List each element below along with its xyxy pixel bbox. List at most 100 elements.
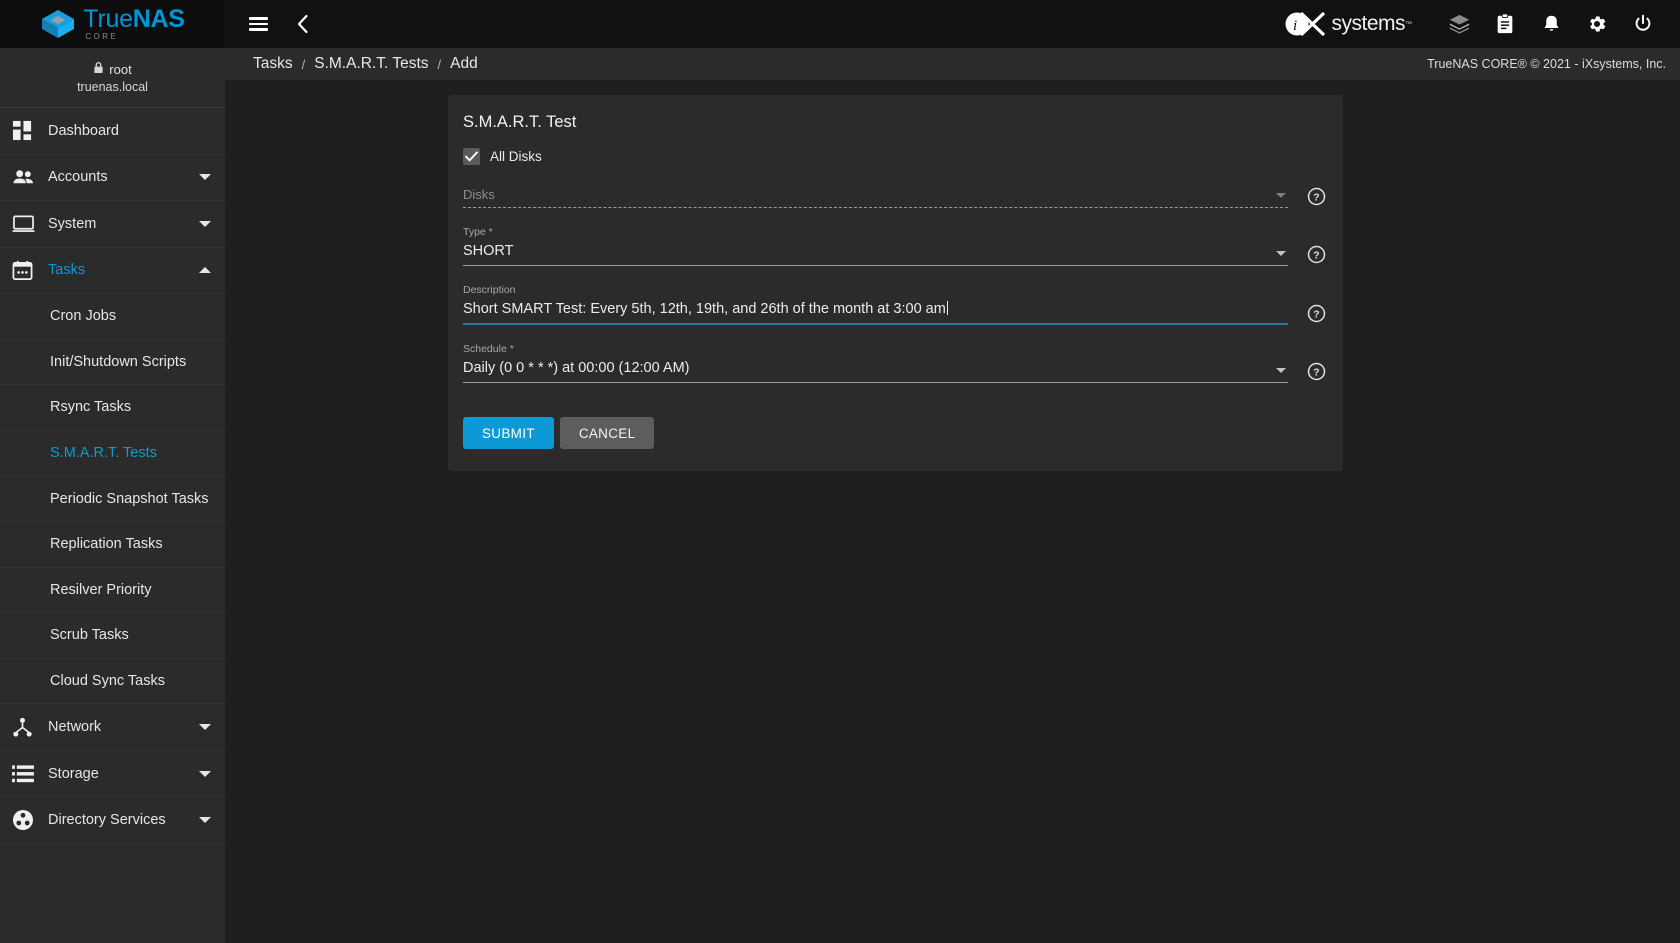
storage-list-icon (12, 762, 48, 786)
sidebar-item-accounts[interactable]: Accounts (0, 155, 225, 201)
accounts-people-icon (12, 165, 48, 189)
sidebar-item-system[interactable]: System (0, 201, 225, 248)
all-disks-checkbox[interactable] (463, 148, 480, 165)
svg-text:?: ? (1313, 310, 1319, 321)
sidebar-item-init-shutdown-scripts[interactable]: Init/Shutdown Scripts (0, 340, 225, 386)
settings-gear-icon[interactable] (1574, 2, 1620, 46)
chevron-down-icon[interactable] (199, 770, 211, 777)
type-underline (463, 265, 1288, 266)
disks-underline (463, 207, 1288, 208)
breadcrumb-item-add[interactable]: Add (450, 55, 478, 73)
alerts-bell-icon[interactable] (1528, 2, 1574, 46)
top-bar: TrueNAS CORE i systems ™ (0, 0, 1680, 48)
breadcrumb-item-tasks[interactable]: Tasks (253, 55, 293, 73)
breadcrumb: Tasks / S.M.A.R.T. Tests / Add (253, 55, 478, 73)
chevron-left-icon[interactable] (287, 9, 317, 39)
chevron-down-icon[interactable] (1276, 193, 1286, 198)
sidebar-item-resilver-priority[interactable]: Resilver Priority (0, 568, 225, 614)
sidebar-item-cloud-sync-tasks[interactable]: Cloud Sync Tasks (0, 659, 225, 705)
sidebar-item-network[interactable]: Network (0, 704, 225, 751)
svg-text:?: ? (1313, 368, 1319, 379)
help-circle-icon[interactable]: ? (1307, 245, 1326, 264)
sidebar-item-storage[interactable]: Storage (0, 751, 225, 798)
sidebar-hostname: truenas.local (77, 80, 148, 94)
all-disks-label: All Disks (490, 149, 542, 164)
help-circle-icon[interactable]: ? (1307, 304, 1326, 323)
sidebar-item-dashboard[interactable]: Dashboard (0, 108, 225, 155)
description-field[interactable]: Description Short SMART Test: Every 5th,… (463, 284, 1328, 325)
sidebar-item-label: Dashboard (48, 122, 119, 139)
schedule-value[interactable]: Daily (0 0 * * *) at 00:00 (12:00 AM) (463, 360, 1288, 382)
chevron-down-icon[interactable] (199, 817, 211, 824)
disks-field[interactable]: Disks ? (463, 187, 1328, 208)
sidebar-subitem-label: Cron Jobs (50, 308, 117, 325)
sidebar-item-scrub-tasks[interactable]: Scrub Tasks (0, 613, 225, 659)
chevron-down-icon[interactable] (1276, 251, 1286, 256)
submit-button[interactable]: SUBMIT (463, 417, 554, 449)
sidebar-subitem-label: Replication Tasks (50, 536, 163, 553)
type-value[interactable]: SHORT (463, 243, 1288, 265)
copyright-text: TrueNAS CORE® © 2021 - iXsystems, Inc. (1427, 57, 1666, 71)
sidebar-item-label: Network (48, 719, 102, 736)
schedule-field[interactable]: Schedule * Daily (0 0 * * *) at 00:00 (1… (463, 343, 1328, 383)
smart-test-form-card: S.M.A.R.T. Test All Disks Disks ? Type * (448, 95, 1343, 471)
help-circle-icon[interactable]: ? (1307, 362, 1326, 381)
sidebar-user-block: root truenas.local (0, 48, 225, 108)
power-icon[interactable] (1620, 2, 1666, 46)
chevron-down-icon[interactable] (199, 220, 211, 227)
checkmark-icon (465, 151, 478, 162)
sidebar-item-smart-tests[interactable]: S.M.A.R.T. Tests (0, 431, 225, 477)
trademark-symbol: ™ (1405, 20, 1412, 28)
breadcrumb-separator: / (437, 56, 442, 72)
help-circle-icon[interactable]: ? (1307, 187, 1326, 206)
type-field[interactable]: Type * SHORT ? (463, 226, 1328, 266)
ixsystems-logo: i systems ™ (1284, 9, 1412, 39)
sidebar: root truenas.local Dashboard Accounts Sy… (0, 48, 225, 943)
chevron-down-icon[interactable] (199, 174, 211, 181)
ixsystems-wordmark: systems (1331, 12, 1405, 35)
sidebar-item-label: Accounts (48, 169, 108, 186)
logo-edition: CORE (85, 32, 119, 41)
sidebar-subitem-label: Init/Shutdown Scripts (50, 353, 187, 370)
disks-label: Disks (463, 187, 495, 202)
truenas-logo[interactable]: TrueNAS CORE (0, 0, 225, 48)
jobs-cube-icon[interactable] (1436, 2, 1482, 46)
logo-true: True (83, 5, 133, 33)
form-actions: SUBMIT CANCEL (463, 417, 1328, 449)
sidebar-item-label: Tasks (48, 262, 86, 279)
tasks-clipboard-icon[interactable] (1482, 2, 1528, 46)
sidebar-subitem-label: Scrub Tasks (50, 627, 129, 644)
sidebar-item-label: Storage (48, 765, 99, 782)
system-monitor-icon (12, 212, 48, 236)
breadcrumb-separator: / (301, 56, 306, 72)
all-disks-row: All Disks (463, 148, 1328, 165)
hamburger-icon[interactable] (243, 9, 273, 39)
description-label: Description (463, 284, 516, 296)
schedule-label: Schedule * (463, 343, 514, 355)
chevron-down-icon[interactable] (1276, 368, 1286, 373)
breadcrumb-bar: Tasks / S.M.A.R.T. Tests / Add TrueNAS C… (225, 48, 1680, 80)
sidebar-item-periodic-snapshot-tasks[interactable]: Periodic Snapshot Tasks (0, 476, 225, 522)
dashboard-icon (12, 119, 48, 143)
sidebar-item-rsync-tasks[interactable]: Rsync Tasks (0, 385, 225, 431)
sidebar-subitem-label: Cloud Sync Tasks (50, 673, 165, 690)
chevron-down-icon[interactable] (199, 724, 211, 731)
logo-nas: NAS (132, 5, 185, 33)
lock-icon (93, 61, 104, 77)
sidebar-subitem-label: Periodic Snapshot Tasks (50, 490, 209, 507)
breadcrumb-item-smart-tests[interactable]: S.M.A.R.T. Tests (314, 55, 428, 73)
sidebar-item-label: Directory Services (48, 812, 166, 829)
sidebar-item-tasks[interactable]: Tasks (0, 248, 225, 294)
description-underline (463, 323, 1288, 325)
description-input[interactable]: Short SMART Test: Every 5th, 12th, 19th,… (463, 301, 1288, 323)
network-icon (12, 715, 48, 739)
sidebar-item-cron-jobs[interactable]: Cron Jobs (0, 294, 225, 340)
type-label: Type * (463, 226, 493, 238)
sidebar-item-directory-services[interactable]: Directory Services (0, 797, 225, 844)
chevron-up-icon[interactable] (199, 267, 211, 274)
sidebar-item-replication-tasks[interactable]: Replication Tasks (0, 522, 225, 568)
tasks-calendar-icon (12, 258, 48, 282)
cancel-button[interactable]: CANCEL (559, 417, 655, 449)
logo-wordmark: TrueNAS (83, 7, 184, 32)
directory-services-icon (12, 808, 48, 832)
